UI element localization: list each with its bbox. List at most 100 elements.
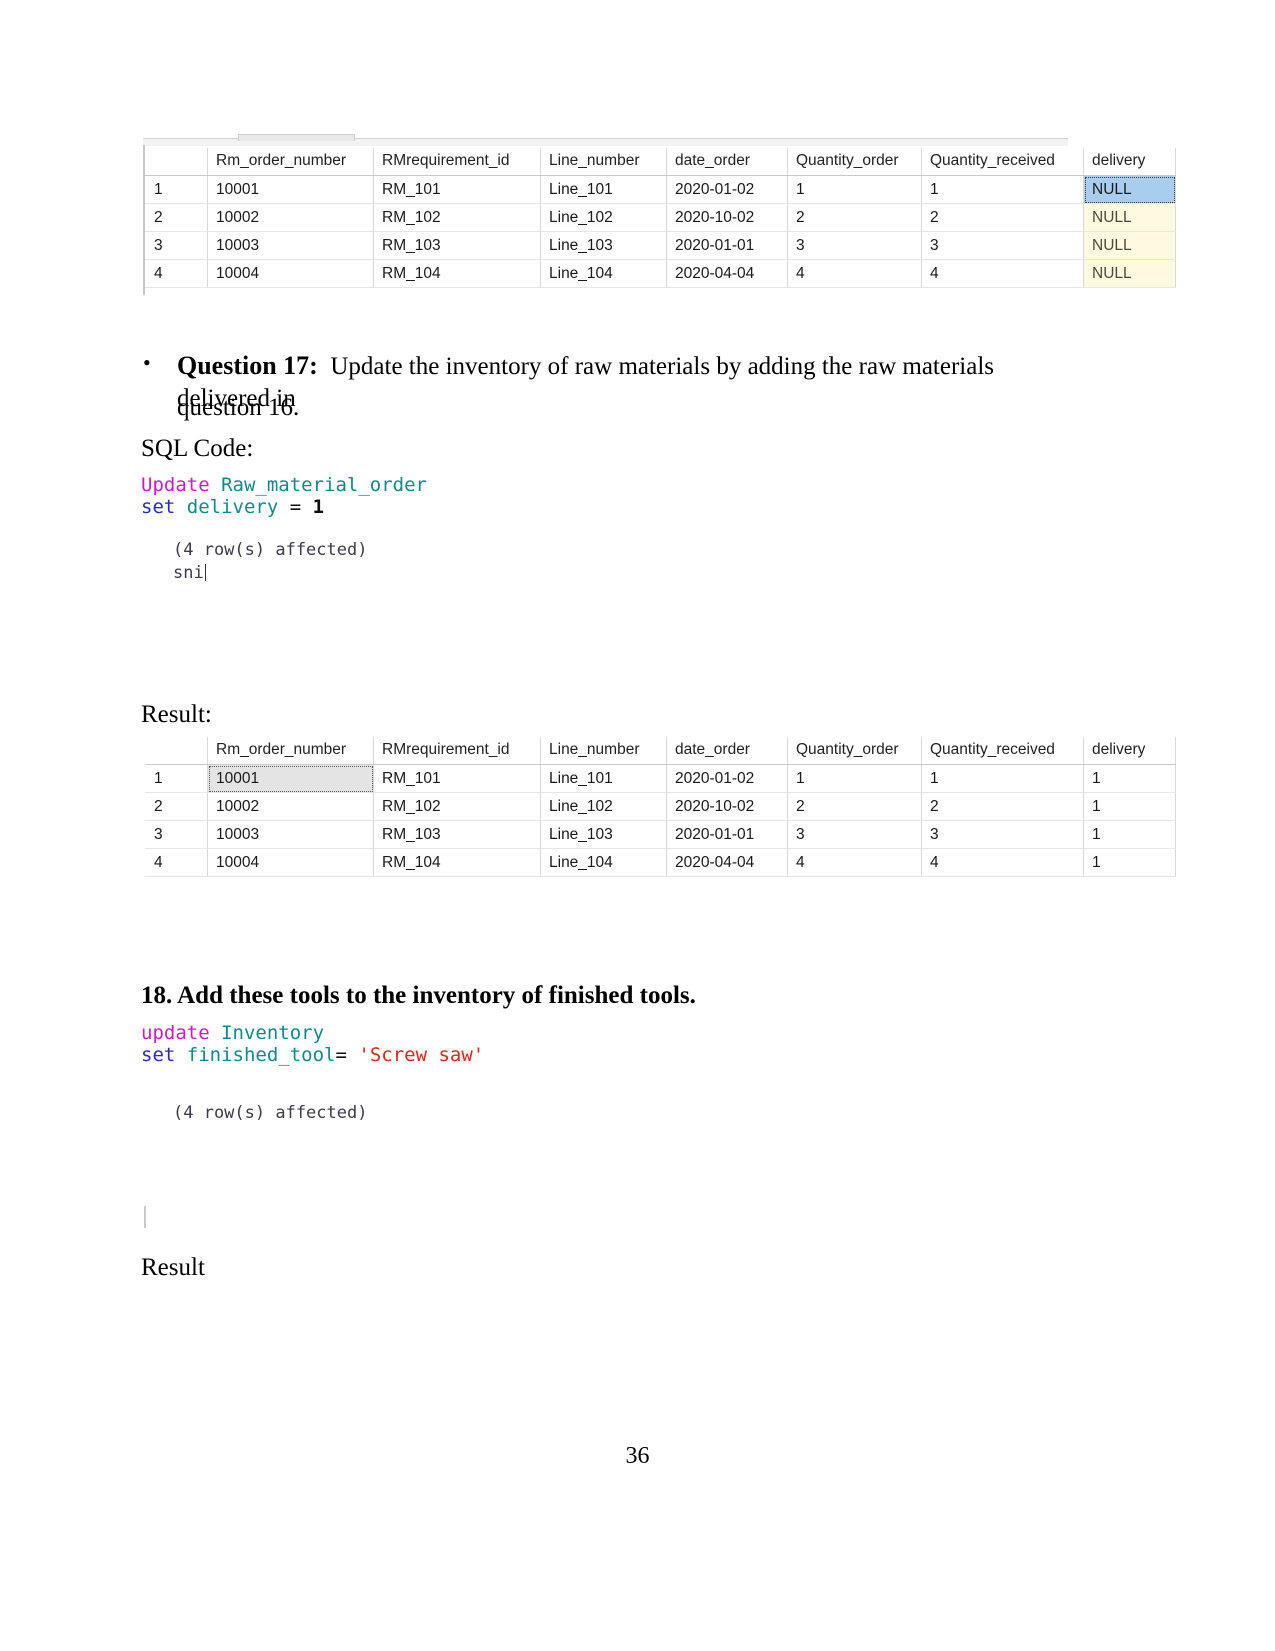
col-header-delivery[interactable]: delivery [1083,148,1176,176]
cell-line-number[interactable]: Line_104 [540,848,667,877]
cell-quantity-order[interactable]: 3 [787,820,922,849]
col-header-line-number[interactable]: Line_number [540,148,667,176]
cell-quantity-received[interactable]: 4 [921,848,1084,877]
cell-rmrequirement-id[interactable]: RM_104 [373,259,541,288]
col-header-date-order[interactable]: date_order [666,737,788,765]
cell-delivery[interactable]: NULL [1083,259,1176,288]
cell-quantity-received[interactable]: 4 [921,259,1084,288]
col-header-quantity-order[interactable]: Quantity_order [787,148,922,176]
cell-delivery[interactable]: 1 [1083,792,1176,821]
question-17-body-line2: question 16. [177,394,300,421]
cell-date-order[interactable]: 2020-10-02 [666,792,788,821]
cell-line-number[interactable]: Line_102 [540,792,667,821]
col-header-rm-order-number[interactable]: Rm_order_number [207,737,374,765]
cell-rmrequirement-id[interactable]: RM_103 [373,820,541,849]
cell-quantity-order[interactable]: 2 [787,792,922,821]
cell-rm-order-number[interactable]: 10003 [207,231,374,260]
cell-date-order[interactable]: 2020-01-01 [666,820,788,849]
cell-date-order[interactable]: 2020-04-04 [666,259,788,288]
cell-rmrequirement-id[interactable]: RM_103 [373,231,541,260]
col-header-date-order[interactable]: date_order [666,148,788,176]
row-number[interactable]: 3 [145,820,208,849]
results-grid-after[interactable]: Rm_order_number RMrequirement_id Line_nu… [145,737,1176,877]
col-header-rownum[interactable] [145,148,208,176]
cell-rm-order-number[interactable]: 10003 [207,820,374,849]
cell-date-order[interactable]: 2020-04-04 [666,848,788,877]
cell-quantity-order[interactable]: 4 [787,259,922,288]
col-header-rmrequirement-id[interactable]: RMrequirement_id [373,737,541,765]
col-header-quantity-received[interactable]: Quantity_received [921,737,1084,765]
cell-date-order[interactable]: 2020-01-01 [666,231,788,260]
row-number[interactable]: 2 [145,792,208,821]
row-number[interactable]: 4 [145,259,208,288]
cell-delivery[interactable]: NULL [1083,203,1176,232]
row-number[interactable]: 2 [145,203,208,232]
col-header-delivery[interactable]: delivery [1083,737,1176,765]
sql-code-block-17[interactable]: Update Raw_material_order set delivery =… [141,474,427,518]
row-number[interactable]: 3 [145,231,208,260]
results-table-after[interactable]: Rm_order_number RMrequirement_id Line_nu… [145,737,1176,877]
cell-rmrequirement-id[interactable]: RM_102 [373,203,541,232]
cell-line-number[interactable]: Line_103 [540,231,667,260]
cell-line-number[interactable]: Line_101 [540,764,667,793]
table-row[interactable]: 1 10001 RM_101 Line_101 2020-01-02 1 1 1 [145,764,1176,793]
cell-line-number[interactable]: Line_101 [540,175,667,204]
cell-rmrequirement-id[interactable]: RM_104 [373,848,541,877]
cell-quantity-order[interactable]: 1 [787,764,922,793]
cell-delivery[interactable]: 1 [1083,848,1176,877]
cell-date-order[interactable]: 2020-01-02 [666,764,788,793]
col-header-rm-order-number[interactable]: Rm_order_number [207,148,374,176]
col-header-rownum[interactable] [145,737,208,765]
col-header-quantity-received[interactable]: Quantity_received [921,148,1084,176]
cell-rm-order-number[interactable]: 10001 [207,175,374,204]
cell-quantity-received[interactable]: 3 [921,820,1084,849]
text-caret-icon [144,1206,146,1228]
col-header-rmrequirement-id[interactable]: RMrequirement_id [373,148,541,176]
page-number: 36 [625,1443,650,1469]
cell-line-number[interactable]: Line_104 [540,259,667,288]
cell-rm-order-number-selected[interactable]: 10001 [207,764,374,793]
cell-quantity-received[interactable]: 2 [921,792,1084,821]
cell-delivery[interactable]: 1 [1083,820,1176,849]
table-row[interactable]: 4 10004 RM_104 Line_104 2020-04-04 4 4 1 [145,848,1176,877]
cell-quantity-order[interactable]: 3 [787,231,922,260]
table-row[interactable]: 2 10002 RM_102 Line_102 2020-10-02 2 2 N… [145,203,1176,232]
cell-rmrequirement-id[interactable]: RM_101 [373,764,541,793]
sql-code-block-18[interactable]: update Inventory set finished_tool= 'Scr… [141,1022,484,1066]
row-number[interactable]: 1 [145,764,208,793]
col-header-quantity-order[interactable]: Quantity_order [787,737,922,765]
cell-quantity-order[interactable]: 4 [787,848,922,877]
table-row[interactable]: 2 10002 RM_102 Line_102 2020-10-02 2 2 1 [145,792,1176,821]
cell-delivery[interactable]: NULL [1083,231,1176,260]
cell-rm-order-number[interactable]: 10002 [207,792,374,821]
cell-quantity-order[interactable]: 2 [787,203,922,232]
row-number[interactable]: 4 [145,848,208,877]
table-row[interactable]: 3 10003 RM_103 Line_103 2020-01-01 3 3 1 [145,820,1176,849]
cell-rmrequirement-id[interactable]: RM_101 [373,175,541,204]
cell-delivery-selected[interactable]: NULL [1083,175,1176,204]
results-grid-before[interactable]: Rm_order_number RMrequirement_id Line_nu… [145,148,1176,288]
cell-quantity-received[interactable]: 2 [921,203,1084,232]
cell-quantity-order[interactable]: 1 [787,175,922,204]
cell-quantity-received[interactable]: 3 [921,231,1084,260]
console-typed-line-17[interactable]: sni [173,563,206,584]
cell-date-order[interactable]: 2020-10-02 [666,203,788,232]
cell-rm-order-number[interactable]: 10002 [207,203,374,232]
table-row[interactable]: 3 10003 RM_103 Line_103 2020-01-01 3 3 N… [145,231,1176,260]
row-number[interactable]: 1 [145,175,208,204]
cell-rmrequirement-id[interactable]: RM_102 [373,792,541,821]
results-table-before[interactable]: Rm_order_number RMrequirement_id Line_nu… [145,148,1176,288]
cell-date-order[interactable]: 2020-01-02 [666,175,788,204]
cell-quantity-received[interactable]: 1 [921,764,1084,793]
sql-operator-equals: = [335,1044,347,1067]
table-body-after: 1 10001 RM_101 Line_101 2020-01-02 1 1 1… [145,764,1176,877]
table-row[interactable]: 4 10004 RM_104 Line_104 2020-04-04 4 4 N… [145,259,1176,288]
cell-line-number[interactable]: Line_102 [540,203,667,232]
col-header-line-number[interactable]: Line_number [540,737,667,765]
cell-line-number[interactable]: Line_103 [540,820,667,849]
cell-rm-order-number[interactable]: 10004 [207,259,374,288]
cell-rm-order-number[interactable]: 10004 [207,848,374,877]
cell-delivery[interactable]: 1 [1083,764,1176,793]
table-row[interactable]: 1 10001 RM_101 Line_101 2020-01-02 1 1 N… [145,175,1176,204]
cell-quantity-received[interactable]: 1 [921,175,1084,204]
